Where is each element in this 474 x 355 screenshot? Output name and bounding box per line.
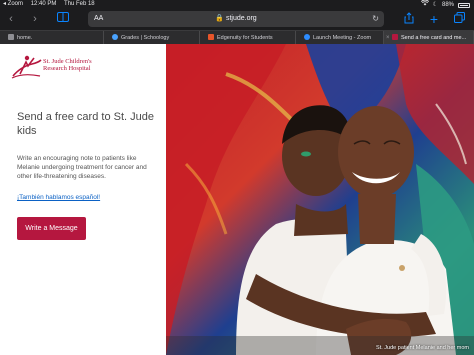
hero-photo: St. Jude patient Melanie and her mom	[166, 44, 474, 355]
hero-photo-illustration	[166, 44, 474, 355]
stjude-logo[interactable]: St. Jude Children's Research Hospital	[10, 54, 105, 82]
address-bar[interactable]: AA 🔒 stjude.org ↻	[88, 11, 384, 27]
tab-home[interactable]: home.	[0, 31, 104, 45]
tab-bar: home. Grades | Schoology Edgenuity for S…	[0, 30, 474, 45]
tabs-overview-icon[interactable]	[452, 12, 466, 26]
url-text[interactable]: 🔒 stjude.org	[88, 11, 384, 27]
edgenuity-icon	[208, 34, 214, 40]
hero-text-panel: St. Jude Children's Research Hospital Se…	[0, 44, 166, 355]
reload-icon[interactable]: ↻	[372, 11, 379, 27]
intro-paragraph: Write an encouraging note to patients li…	[17, 155, 147, 181]
schoology-icon	[112, 34, 118, 40]
battery-icon	[458, 2, 470, 8]
page-headline: Send a free card to St. Jude kids	[17, 111, 154, 137]
stjude-child-logo-icon	[11, 55, 42, 79]
web-content: St. Jude Children's Research Hospital Se…	[0, 44, 474, 355]
browser-toolbar: ‹ › AA 🔒 stjude.org ↻ +	[0, 9, 474, 30]
close-tab-icon[interactable]: ×	[386, 31, 390, 45]
logo-text: St. Jude Children's Research Hospital	[43, 58, 92, 72]
tab-schoology[interactable]: Grades | Schoology	[104, 31, 200, 45]
sidebar-icon[interactable]	[56, 12, 70, 26]
tab-edgenuity[interactable]: Edgenuity for Students	[200, 31, 296, 45]
photo-caption: St. Jude patient Melanie and her mom	[376, 345, 469, 351]
write-message-button[interactable]: Write a Message	[17, 217, 86, 240]
tab-stjude[interactable]: × Send a free card and me...	[384, 31, 474, 45]
forward-icon[interactable]: ›	[28, 12, 42, 26]
tab-zoom[interactable]: Launch Meeting - Zoom	[296, 31, 384, 45]
new-tab-icon[interactable]: +	[427, 12, 441, 26]
status-date: Thu Feb 18	[63, 1, 95, 7]
status-bar: ◂ Zoom 12:40 PM Thu Feb 18 ☾ 88%	[0, 0, 474, 9]
status-carrier[interactable]: ◂ Zoom	[3, 1, 23, 7]
share-icon[interactable]	[402, 12, 416, 26]
tab-favicon-icon	[8, 34, 14, 40]
spanish-link[interactable]: ¡También hablamos español!	[17, 194, 100, 201]
status-time: 12:40 PM	[30, 1, 57, 7]
stjude-favicon-icon	[392, 34, 398, 40]
back-icon[interactable]: ‹	[4, 12, 18, 26]
zoom-icon	[304, 34, 310, 40]
